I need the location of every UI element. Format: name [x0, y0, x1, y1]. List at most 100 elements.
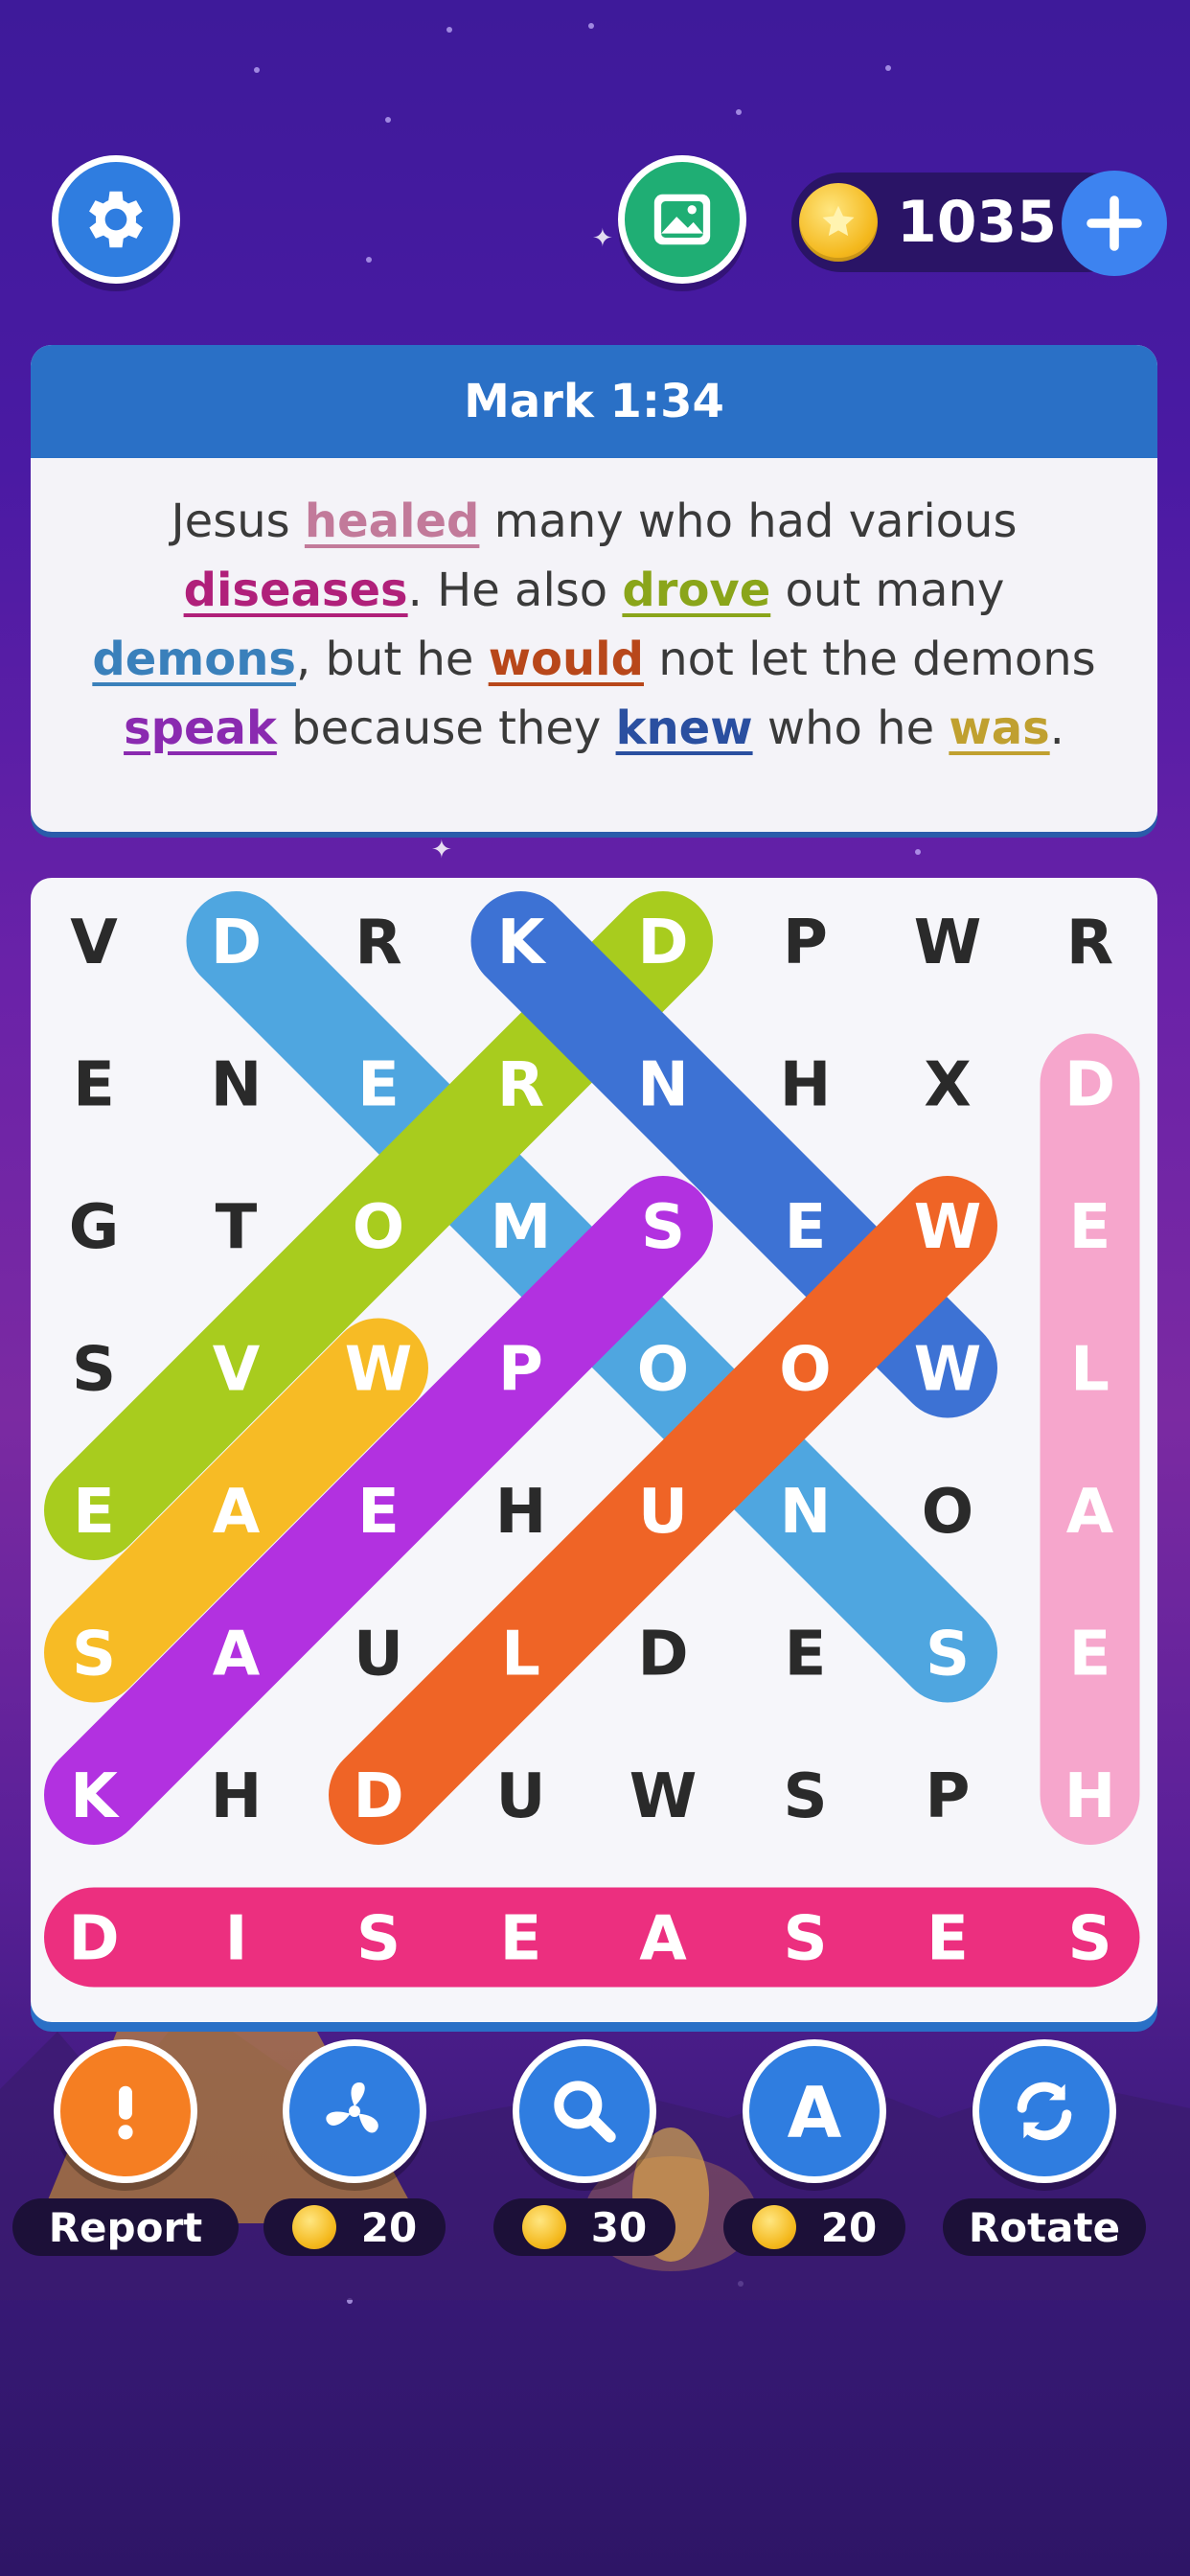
grid-letter[interactable]: S [356, 1904, 400, 1975]
grid-letter[interactable]: A [1066, 1477, 1114, 1548]
search-tool-button[interactable] [513, 2039, 656, 2183]
report-label: Report [12, 2198, 239, 2256]
fan-icon [316, 2073, 393, 2150]
grid-letter[interactable]: V [213, 1335, 261, 1406]
grid-letter[interactable]: O [637, 1335, 689, 1406]
image-icon [653, 194, 711, 245]
coin-icon [751, 2205, 796, 2249]
grid-letter[interactable]: D [1064, 1050, 1115, 1121]
grid-letter[interactable]: E [1069, 1620, 1111, 1690]
grid-letter[interactable]: E [73, 1477, 115, 1548]
grid-letter[interactable]: U [354, 1620, 403, 1690]
grid-letter[interactable]: H [780, 1050, 832, 1121]
report-tool-button[interactable] [54, 2039, 197, 2183]
grid-letter[interactable]: S [926, 1620, 970, 1690]
letter-tool-button[interactable]: A [743, 2039, 886, 2183]
grid-letter[interactable]: P [926, 1761, 971, 1832]
verse-reference: Mark 1:34 [31, 345, 1157, 458]
grid-letter[interactable]: E [73, 1050, 115, 1121]
grid-letter[interactable]: E [785, 1620, 827, 1690]
search-cost-value: 30 [590, 2203, 648, 2251]
grid-letter[interactable]: N [211, 1050, 263, 1121]
grid-letter[interactable]: A [213, 1620, 261, 1690]
target-word: knew [615, 702, 753, 755]
grid-letter[interactable]: W [914, 1192, 982, 1263]
word-grid[interactable]: VDRKDPWRENERNHXDGTOMSEWESVWPOOWLEAEHUNOA… [31, 878, 1157, 2022]
grid-letter[interactable]: E [500, 1904, 542, 1975]
gallery-button[interactable] [618, 155, 746, 284]
exclamation-icon [92, 2078, 159, 2145]
grid-letter[interactable]: N [637, 1050, 689, 1121]
grid-letter[interactable]: X [924, 1050, 971, 1121]
grid-letter[interactable]: S [72, 1620, 116, 1690]
grid-letter[interactable]: S [1067, 1904, 1111, 1975]
grid-letter[interactable]: S [783, 1904, 827, 1975]
grid-letter[interactable]: W [914, 1335, 982, 1406]
verse-segment: , but he [295, 632, 489, 686]
grid-letter[interactable]: L [501, 1620, 540, 1690]
grid-letter[interactable]: E [785, 1192, 827, 1263]
fan-tool-button[interactable] [283, 2039, 426, 2183]
add-coins-button[interactable] [1062, 171, 1167, 276]
target-word: demons [92, 632, 296, 686]
grid-letter[interactable]: K [70, 1761, 120, 1832]
grid-letter[interactable]: W [345, 1335, 413, 1406]
grid-letter[interactable]: P [783, 908, 828, 978]
grid-letter[interactable]: K [497, 908, 547, 978]
letter-a-icon: A [776, 2073, 853, 2150]
grid-letter[interactable]: R [497, 1050, 544, 1121]
target-word: would [488, 632, 644, 686]
grid-letter[interactable]: O [779, 1335, 831, 1406]
letter-cost-value: 20 [820, 2203, 878, 2251]
settings-button[interactable] [52, 155, 180, 284]
verse-segment: because they [276, 702, 616, 755]
grid-letter[interactable]: D [637, 908, 688, 978]
grid-letter[interactable]: D [353, 1761, 403, 1832]
grid-letter[interactable]: A [639, 1904, 687, 1975]
verse-segment: . [1049, 702, 1064, 755]
grid-letter[interactable]: R [355, 908, 401, 978]
gear-icon [89, 191, 143, 248]
grid-letter[interactable]: V [70, 908, 118, 978]
magnifier-icon [546, 2073, 623, 2150]
grid-letter[interactable]: S [641, 1192, 685, 1263]
grid-letter[interactable]: E [1069, 1192, 1111, 1263]
grid-letter[interactable]: H [211, 1761, 263, 1832]
grid-letter[interactable]: S [783, 1761, 827, 1832]
grid-letter[interactable]: U [638, 1477, 688, 1548]
grid-letter[interactable]: G [69, 1192, 120, 1263]
grid-letter[interactable]: W [629, 1761, 698, 1832]
grid-letter[interactable]: P [498, 1335, 543, 1406]
grid-letter[interactable]: E [357, 1050, 400, 1121]
grid-letter[interactable]: U [496, 1761, 546, 1832]
grid-letter[interactable]: I [225, 1904, 248, 1975]
svg-text:A: A [788, 2073, 842, 2150]
grid-letter[interactable]: E [927, 1904, 969, 1975]
grid-letter[interactable]: D [68, 1904, 119, 1975]
grid-letter[interactable]: H [495, 1477, 547, 1548]
target-word: speak [124, 702, 277, 755]
grid-letter[interactable]: M [491, 1192, 552, 1263]
grid-letter[interactable]: N [780, 1477, 832, 1548]
coin-icon [799, 183, 878, 262]
grid-letter[interactable]: H [1064, 1761, 1116, 1832]
target-word: was [949, 702, 1050, 755]
grid-letter[interactable]: D [637, 1620, 688, 1690]
grid-letter[interactable]: L [1070, 1335, 1110, 1406]
rotate-tool-button[interactable] [973, 2039, 1116, 2183]
coin-icon [291, 2205, 336, 2249]
target-word: healed [304, 494, 480, 548]
grid-letter[interactable]: W [914, 908, 982, 978]
grid-letter[interactable]: O [922, 1477, 973, 1548]
tool-bar: Report 20 30 A 20 Rotate [0, 2039, 1190, 2269]
verse-segment: . He also [407, 564, 623, 617]
grid-letter[interactable]: E [357, 1477, 400, 1548]
target-word: diseases [183, 564, 408, 617]
grid-letter[interactable]: A [213, 1477, 261, 1548]
grid-letter[interactable]: O [353, 1192, 404, 1263]
verse-segment: Jesus [171, 494, 305, 548]
grid-letter[interactable]: S [72, 1335, 116, 1406]
grid-letter[interactable]: D [211, 908, 262, 978]
grid-letter[interactable]: R [1066, 908, 1113, 978]
grid-letter[interactable]: T [216, 1192, 258, 1263]
